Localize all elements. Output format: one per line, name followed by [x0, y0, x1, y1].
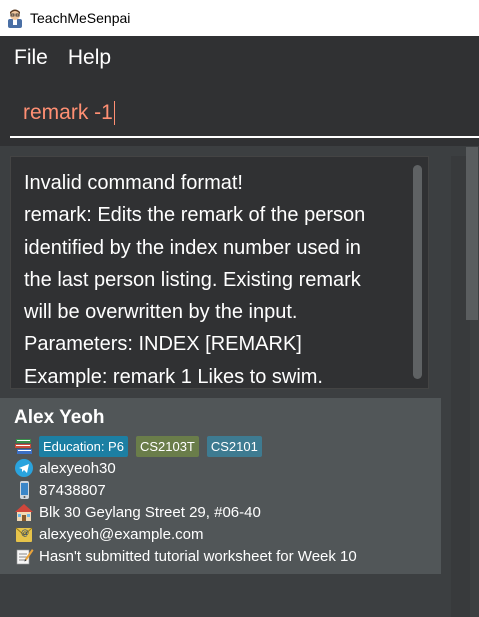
- result-line: will be overwritten by the input.: [24, 301, 298, 324]
- menu-help[interactable]: Help: [68, 46, 111, 70]
- tag-module: CS2101: [206, 435, 262, 457]
- student-card[interactable]: Alex Yeoh Education: P6 CS2103T CS2101 a…: [0, 398, 441, 574]
- result-line: the last person listing. Existing remark: [24, 268, 361, 291]
- address: Blk 30 Geylang Street 29, #06-40: [39, 503, 261, 521]
- window-titlebar: TeachMeSenpai: [0, 0, 479, 36]
- email-row: @ alexyeoh@example.com: [14, 523, 203, 545]
- result-line: Parameters: INDEX [REMARK]: [24, 333, 302, 356]
- email-icon: @: [14, 524, 34, 544]
- command-box: remark -1: [0, 80, 479, 146]
- student-list[interactable]: Alex Yeoh Education: P6 CS2103T CS2101 a…: [0, 398, 441, 617]
- command-input-text: remark -1: [23, 101, 113, 124]
- phone-icon: [14, 480, 34, 500]
- result-scrollbar-thumb[interactable]: [413, 165, 422, 379]
- result-line: Example: remark 1 Likes to swim.: [24, 365, 323, 388]
- result-message: Invalid command format! remark: Edits th…: [24, 167, 404, 388]
- result-display[interactable]: Invalid command format! remark: Edits th…: [10, 156, 429, 389]
- remark-row: Hasn't submitted tutorial worksheet for …: [14, 545, 357, 567]
- tag-education: Education: P6: [39, 435, 128, 457]
- window-title: TeachMeSenpai: [30, 10, 131, 26]
- phone-number: 87438807: [39, 481, 106, 499]
- result-line: remark: Edits the remark of the person: [24, 204, 366, 227]
- telegram-icon: [14, 458, 34, 478]
- menu-file[interactable]: File: [14, 46, 48, 70]
- tag-module: CS2103T: [135, 435, 199, 457]
- result-line: identified by the index number used in: [24, 236, 361, 259]
- teacher-avatar-icon: [6, 8, 24, 28]
- student-name: Alex Yeoh: [14, 407, 105, 428]
- phone-row: 87438807: [14, 479, 106, 501]
- menu-bar: File Help: [0, 36, 479, 80]
- address-row: Blk 30 Geylang Street 29, #06-40: [14, 501, 261, 523]
- text-caret: [113, 101, 115, 125]
- command-input[interactable]: remark -1: [10, 92, 479, 138]
- side-scrollbar-thumb[interactable]: [466, 147, 478, 320]
- remark-text: Hasn't submitted tutorial worksheet for …: [39, 547, 357, 565]
- svg-text:@: @: [21, 528, 29, 537]
- tags-row: Education: P6 CS2103T CS2101: [14, 435, 270, 457]
- memo-icon: [14, 546, 34, 566]
- house-icon: [14, 502, 34, 522]
- telegram-row: alexyeoh30: [14, 457, 116, 479]
- email-address: alexyeoh@example.com: [39, 525, 204, 543]
- telegram-handle: alexyeoh30: [39, 459, 116, 477]
- result-line: Invalid command format!: [24, 172, 243, 194]
- books-icon: [14, 436, 34, 456]
- main-pane: Invalid command format! remark: Edits th…: [0, 146, 441, 617]
